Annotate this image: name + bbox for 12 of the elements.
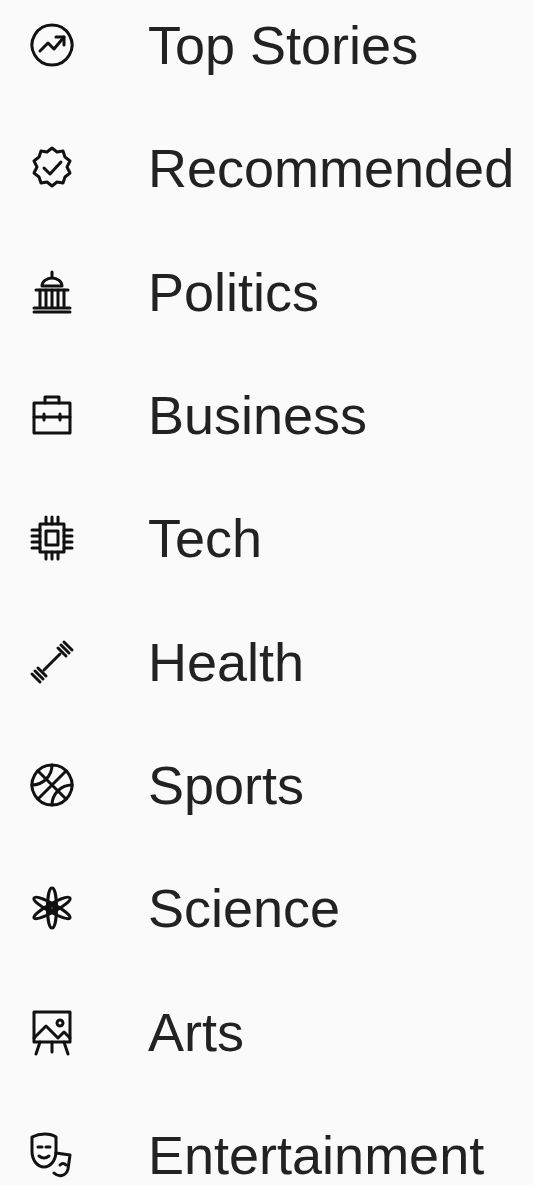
- chip-icon: [28, 514, 76, 563]
- menu-item[interactable]: Tech: [0, 508, 533, 569]
- menu-item[interactable]: Business: [0, 385, 533, 445]
- menu-item[interactable]: Sports: [0, 754, 533, 815]
- menu-item[interactable]: Politics: [0, 261, 533, 322]
- menu-item[interactable]: Recommended: [0, 138, 533, 199]
- menu-item[interactable]: Health: [0, 631, 533, 692]
- menu-item[interactable]: Arts: [0, 1001, 533, 1062]
- menu-item[interactable]: Top Stories: [0, 15, 533, 75]
- menu-item[interactable]: Science: [0, 878, 533, 939]
- trending-up-icon: [28, 21, 76, 69]
- menu-item[interactable]: Entertainment: [0, 1124, 533, 1185]
